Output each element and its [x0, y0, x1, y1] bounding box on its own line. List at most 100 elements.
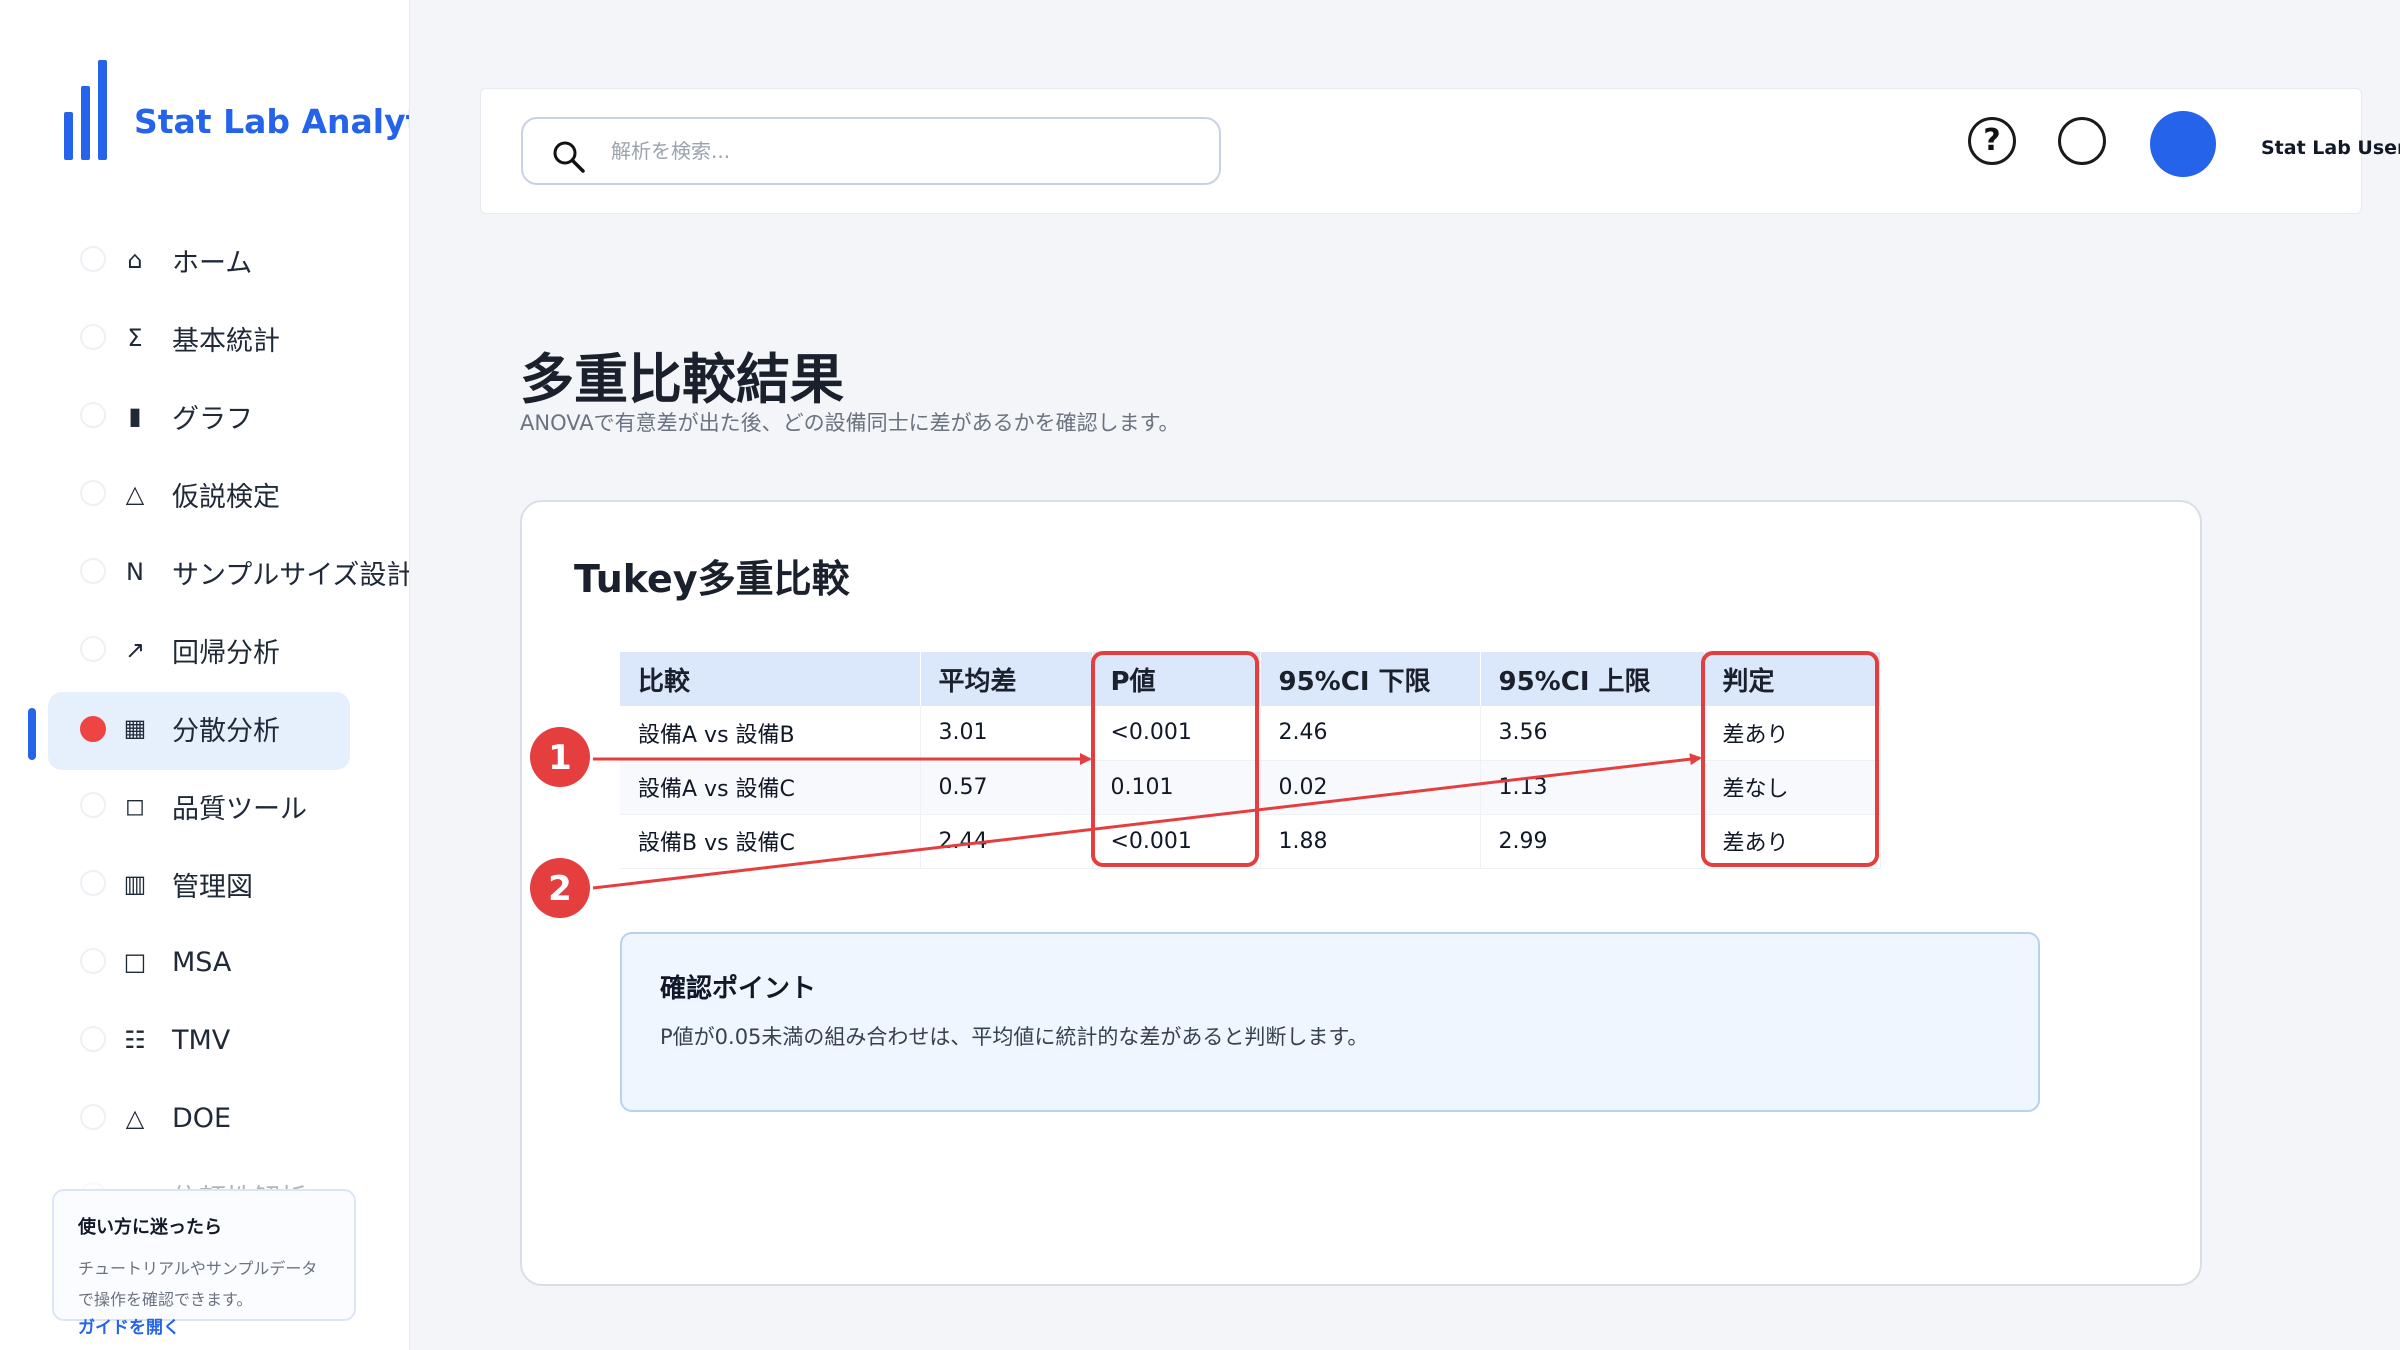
status-dot	[80, 402, 106, 428]
column-header[interactable]: P値	[1092, 652, 1261, 706]
sidebar-item-label: サンプルサイズ設計	[172, 559, 410, 591]
logo-bars-icon	[64, 60, 107, 160]
tukey-results-table: 比較 平均差 P値 95%CI 下限 95%CI 上限 判定 設備A vs 設備B 3.01…	[620, 652, 1881, 869]
status-dot	[80, 792, 106, 818]
triangle-outline-icon: △	[125, 1104, 145, 1132]
sidebar-item-4[interactable]: N サンプルサイズ設計	[0, 536, 410, 608]
table-cell: 3.01	[920, 706, 1093, 761]
help-title: 使い方に迷ったら	[78, 1217, 222, 1238]
sidebar-item-label: MSA	[172, 946, 232, 978]
sidebar-item-label: グラフ	[172, 403, 253, 435]
sidebar-item-6[interactable]: ▦ 分散分析	[0, 692, 409, 770]
sidebar-item-2[interactable]: ▮ グラフ	[0, 380, 409, 452]
status-dot	[80, 1026, 106, 1052]
avatar[interactable]	[2150, 111, 2216, 177]
table-cell: <0.001	[1092, 814, 1261, 869]
control-chart-icon: ▥	[123, 870, 147, 898]
page-title: 多重比較結果	[520, 348, 844, 411]
table-row[interactable]: 設備B vs 設備C 2.44 <0.001 1.88 2.99 差あり	[620, 814, 1881, 869]
table-cell: 1.88	[1260, 814, 1481, 869]
sidebar-item-label: 品質ツール	[172, 793, 307, 825]
table-cell: 差なし	[1704, 760, 1881, 815]
table-header-row: 比較 平均差 P値 95%CI 下限 95%CI 上限 判定	[620, 652, 1881, 706]
column-header[interactable]: 比較	[620, 652, 921, 706]
home-icon: ⌂	[127, 246, 143, 274]
status-dot	[80, 636, 106, 662]
sidebar-item-3[interactable]: △ 仮説検定	[0, 458, 409, 530]
table-body: 設備A vs 設備B 3.01 <0.001 2.46 3.56 差あり 設備A vs 設備…	[620, 706, 1881, 869]
sidebar-item-9[interactable]: □ MSA	[0, 926, 409, 998]
column-header[interactable]: 平均差	[920, 652, 1093, 706]
table-cell: 3.56	[1480, 706, 1705, 761]
status-dot	[80, 480, 106, 506]
sidebar-item-label: 管理図	[172, 871, 253, 903]
status-dot	[80, 1104, 106, 1130]
search-icon	[553, 141, 585, 173]
help-icon[interactable]: ?	[1968, 117, 2016, 165]
column-header[interactable]: 95%CI 上限	[1480, 652, 1705, 706]
sidebar-item-10[interactable]: ☷ TMV	[0, 1004, 409, 1076]
table-cell: 1.13	[1480, 760, 1705, 815]
table-cell: 設備B vs 設備C	[620, 814, 921, 869]
sidebar-item-label: 回帰分析	[172, 637, 280, 669]
table-cell: 設備A vs 設備B	[620, 706, 921, 761]
table-cell: 2.99	[1480, 814, 1705, 869]
table-cell: 2.46	[1260, 706, 1481, 761]
status-dot	[80, 558, 106, 584]
list-icon: ☷	[124, 1026, 146, 1054]
app-logo[interactable]: Stat Lab Analytics	[64, 60, 409, 160]
sidebar-item-7[interactable]: ◻ 品質ツール	[0, 770, 409, 842]
tukey-card: Tukey多重比較 比較 平均差 P値 95%CI 下限 95%CI 上限 判定 設備A …	[520, 500, 2202, 1286]
bar-chart-icon: ▮	[128, 402, 142, 430]
sidebar-item-5[interactable]: ↗ 回帰分析	[0, 614, 409, 686]
grid-icon: ▦	[123, 714, 147, 742]
open-guide-link[interactable]: ガイドを開く	[78, 1313, 180, 1338]
notification-icon[interactable]	[2058, 117, 2106, 165]
table-cell: 0.101	[1092, 760, 1261, 815]
triangle-icon: △	[125, 480, 145, 508]
sidebar-item-label: 基本統計	[172, 325, 280, 357]
app-name: Stat Lab Analytics	[134, 102, 409, 141]
table-cell: 2.44	[920, 814, 1093, 869]
column-header[interactable]: 判定	[1704, 652, 1881, 706]
sidebar-nav: ⌂ ホーム Σ 基本統計 ▮ グラフ △ 仮説検定 N サンプルサイズ設計 ↗ 回帰分析 ▦ 分散分析 ◻ 品…	[0, 224, 410, 1238]
table-cell: 0.57	[920, 760, 1093, 815]
sigma-icon: Σ	[127, 324, 143, 352]
table-cell: 差あり	[1704, 706, 1881, 761]
sidebar-item-8[interactable]: ▥ 管理図	[0, 848, 409, 920]
status-dot	[80, 716, 106, 742]
table-cell: 0.02	[1260, 760, 1481, 815]
search-box[interactable]	[521, 117, 1221, 185]
page-subtitle: ANOVAで有意差が出た後、どの設備同士に差があるかを確認します。	[520, 411, 1180, 435]
table-cell: 差あり	[1704, 814, 1881, 869]
tip-box: 確認ポイント P値が0.05未満の組み合わせは、平均値に統計的な差があると判断し…	[620, 932, 2040, 1112]
user-name[interactable]: Stat Lab User	[2261, 137, 2400, 159]
sidebar-item-label: 仮説検定	[172, 481, 280, 513]
active-indicator-bar	[28, 708, 36, 760]
sidebar: Stat Lab Analytics ⌂ ホーム Σ 基本統計 ▮ グラフ △ 仮説検定 N サン…	[0, 0, 410, 1350]
status-dot	[80, 948, 106, 974]
status-dot	[80, 324, 106, 350]
table-row[interactable]: 設備A vs 設備B 3.01 <0.001 2.46 3.56 差あり	[620, 706, 1881, 761]
status-dot	[80, 246, 106, 272]
sidebar-item-label: ホーム	[172, 247, 253, 279]
card-title: Tukey多重比較	[574, 557, 850, 601]
search-input[interactable]	[611, 133, 1191, 169]
table-cell: <0.001	[1092, 706, 1261, 761]
table-row[interactable]: 設備A vs 設備C 0.57 0.101 0.02 1.13 差なし	[620, 760, 1881, 815]
sidebar-item-label: 分散分析	[172, 715, 280, 747]
sidebar-item-label: DOE	[172, 1102, 232, 1134]
square-icon: ◻	[125, 792, 145, 820]
n-icon: N	[126, 558, 144, 586]
sidebar-item-0[interactable]: ⌂ ホーム	[0, 224, 409, 296]
sidebar-item-11[interactable]: △ DOE	[0, 1082, 409, 1154]
sidebar-item-1[interactable]: Σ 基本統計	[0, 302, 409, 374]
top-header: ? Stat Lab User	[480, 88, 2400, 214]
tip-title: 確認ポイント	[660, 974, 817, 1004]
column-header[interactable]: 95%CI 下限	[1260, 652, 1481, 706]
tip-text: P値が0.05未満の組み合わせは、平均値に統計的な差があると判断します。	[660, 1025, 1369, 1049]
help-card: 使い方に迷ったら チュートリアルやサンプルデータで操作を確認できます。 ガイドを…	[52, 1189, 356, 1338]
sidebar-item-label: TMV	[172, 1024, 231, 1056]
help-text: チュートリアルやサンプルデータで操作を確認できます。	[78, 1259, 318, 1309]
status-dot	[80, 870, 106, 896]
